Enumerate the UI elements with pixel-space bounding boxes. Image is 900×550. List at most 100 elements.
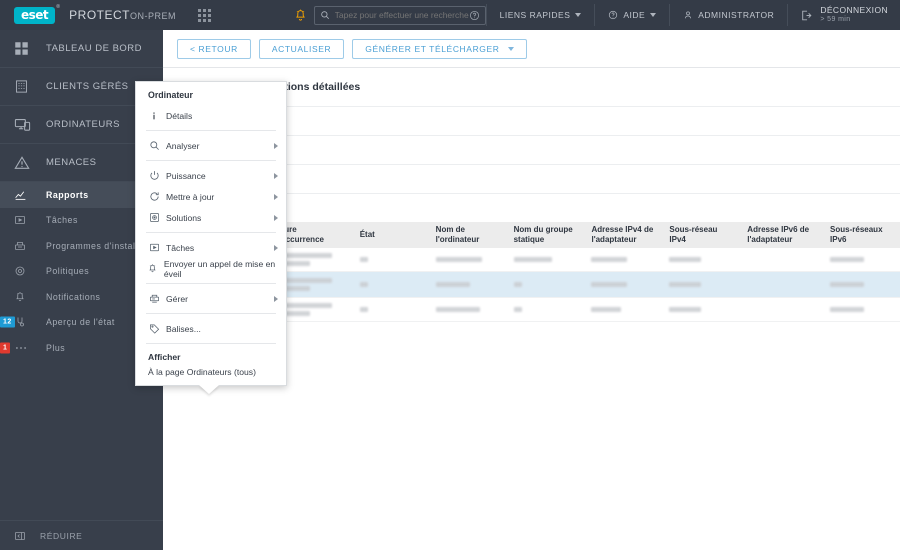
- chevron-down-icon: [575, 13, 582, 17]
- generate-download-button[interactable]: GÉNÉRER ET TÉLÉCHARGER: [352, 38, 527, 59]
- redacted-value: [830, 257, 865, 262]
- context-menu-item[interactable]: Mettre à jour: [136, 186, 286, 207]
- redacted-value: [513, 307, 522, 312]
- refresh-button-label: ACTUALISER: [271, 43, 332, 54]
- divider: [146, 160, 276, 161]
- tasks-icon: [14, 214, 40, 226]
- context-menu-item[interactable]: Solutions: [136, 207, 286, 228]
- chevron-right-icon: [274, 193, 278, 200]
- context-menu-item[interactable]: Détails: [136, 105, 286, 126]
- table-cell: [508, 257, 586, 262]
- sidebar-label: TABLEAU DE BORD: [46, 43, 143, 54]
- scan-magnifier-icon: [146, 140, 162, 151]
- chevron-right-icon: [274, 295, 278, 302]
- manage-icon: [146, 293, 162, 304]
- table-column-header[interactable]: Sous-réseau IPv4: [663, 225, 741, 245]
- sidebar-label: CLIENTS GÉRÉS: [46, 81, 129, 92]
- context-menu-title: Ordinateur: [148, 90, 193, 100]
- notifications-bell-icon: [14, 291, 40, 303]
- back-button-label: < RETOUR: [190, 43, 238, 54]
- table-cell: [430, 257, 508, 262]
- sidebar-label: Rapports: [46, 189, 89, 200]
- help-menu[interactable]: AIDE: [595, 0, 669, 30]
- search-input[interactable]: [334, 10, 469, 20]
- table-column-header[interactable]: Adresse IPv6 de l'adaptateur: [741, 225, 824, 245]
- context-menu-item[interactable]: Balises...: [136, 318, 286, 339]
- context-menu-item-label: Tâches: [166, 242, 195, 253]
- table-column-header[interactable]: Sous-réseaux IPv6: [824, 225, 900, 245]
- table-cell: [354, 307, 430, 312]
- table-column-header[interactable]: Adresse IPv4 de l'adaptateur: [585, 225, 663, 245]
- context-menu-section-label: Afficher: [148, 352, 181, 362]
- sidebar-collapse-button[interactable]: RÉDUIRE: [0, 520, 163, 550]
- context-menu-item-label: Envoyer un appel de mise en éveil: [163, 258, 276, 279]
- divider: [146, 130, 276, 131]
- power-icon: [146, 170, 162, 181]
- notification-bell-icon[interactable]: [288, 0, 314, 30]
- chevron-right-icon: [274, 172, 278, 179]
- sidebar-label: Aperçu de l'état: [46, 317, 115, 328]
- context-menu-item-label: Balises...: [166, 323, 201, 334]
- context-menu-item-label: Solutions: [166, 212, 202, 223]
- sidebar-label: ORDINATEURS: [46, 119, 120, 130]
- building-icon: [14, 79, 40, 94]
- sidebar-label: Tâches: [46, 215, 78, 226]
- reports-chart-icon: [14, 188, 40, 201]
- collapse-label: RÉDUIRE: [40, 530, 83, 541]
- chevron-right-icon: [274, 244, 278, 251]
- context-menu-item-label: Détails: [166, 110, 193, 121]
- tag-icon: [146, 323, 162, 334]
- table-cell: [824, 307, 900, 312]
- table-cell: [585, 282, 663, 287]
- more-badge: 1: [0, 342, 11, 354]
- table-cell: [663, 282, 741, 287]
- sidebar-label: Politiques: [46, 266, 90, 277]
- redacted-value: [591, 307, 622, 312]
- status-badge: 12: [0, 316, 15, 328]
- quick-links-menu[interactable]: LIENS RAPIDES: [487, 0, 595, 30]
- table-column-header[interactable]: Nom du groupe statique: [508, 225, 586, 245]
- session-timer: > 59 min: [820, 15, 851, 23]
- brand-area[interactable]: eset PROTECTON-PREM: [0, 5, 176, 24]
- redacted-value: [830, 307, 865, 312]
- header-right-cluster: LIENS RAPIDES AIDE: [288, 0, 900, 30]
- redacted-value: [513, 257, 552, 262]
- table-cell: [354, 257, 430, 262]
- context-menu-goto-computers-link[interactable]: À la page Ordinateurs (tous): [136, 365, 286, 381]
- context-menu-item-label: Gérer: [166, 293, 188, 304]
- context-menu-item[interactable]: Puissance: [136, 165, 286, 186]
- divider: [146, 232, 276, 233]
- context-menu-item[interactable]: Analyser: [136, 135, 286, 156]
- user-avatar-icon: [683, 10, 693, 20]
- computer-context-menu: Ordinateur Détails Analyser Puissance Mettr…: [135, 81, 287, 394]
- context-menu-item[interactable]: Gérer: [136, 288, 286, 309]
- table-column-header[interactable]: Nom de l'ordinateur: [430, 225, 508, 245]
- context-menu-item[interactable]: Envoyer un appel de mise en éveil: [136, 258, 286, 279]
- user-menu[interactable]: ADMINISTRATOR: [670, 0, 787, 30]
- product-name-text: PROTECT: [69, 8, 130, 22]
- application-window: eset PROTECTON-PREM: [0, 0, 900, 550]
- context-menu-item[interactable]: Tâches: [136, 237, 286, 258]
- user-name: ADMINISTRATOR: [698, 10, 775, 20]
- divider: [146, 343, 276, 344]
- generate-button-label: GÉNÉRER ET TÉLÉCHARGER: [365, 43, 500, 54]
- search-icon: [320, 10, 330, 20]
- help-circle-icon: [608, 10, 618, 20]
- refresh-button[interactable]: ACTUALISER: [258, 38, 345, 59]
- product-name: PROTECTON-PREM: [69, 8, 176, 22]
- apps-grid-icon[interactable]: [198, 8, 211, 22]
- logout-text-block: DÉCONNEXION > 59 min: [820, 5, 888, 24]
- table-cell: [430, 282, 508, 287]
- sidebar-item-dashboard[interactable]: TABLEAU DE BORD: [0, 30, 163, 68]
- back-button[interactable]: < RETOUR: [177, 38, 251, 59]
- table-column-header[interactable]: État: [354, 230, 430, 240]
- quick-links-label: LIENS RAPIDES: [499, 10, 571, 20]
- logout-button[interactable]: DÉCONNEXION > 59 min: [788, 0, 900, 30]
- search-box[interactable]: [313, 5, 486, 25]
- table-cell: [824, 257, 900, 262]
- table-cell: [508, 282, 586, 287]
- question-circle-icon[interactable]: [469, 10, 480, 21]
- table-cell: [585, 257, 663, 262]
- redacted-value: [669, 257, 702, 262]
- divider: [146, 313, 276, 314]
